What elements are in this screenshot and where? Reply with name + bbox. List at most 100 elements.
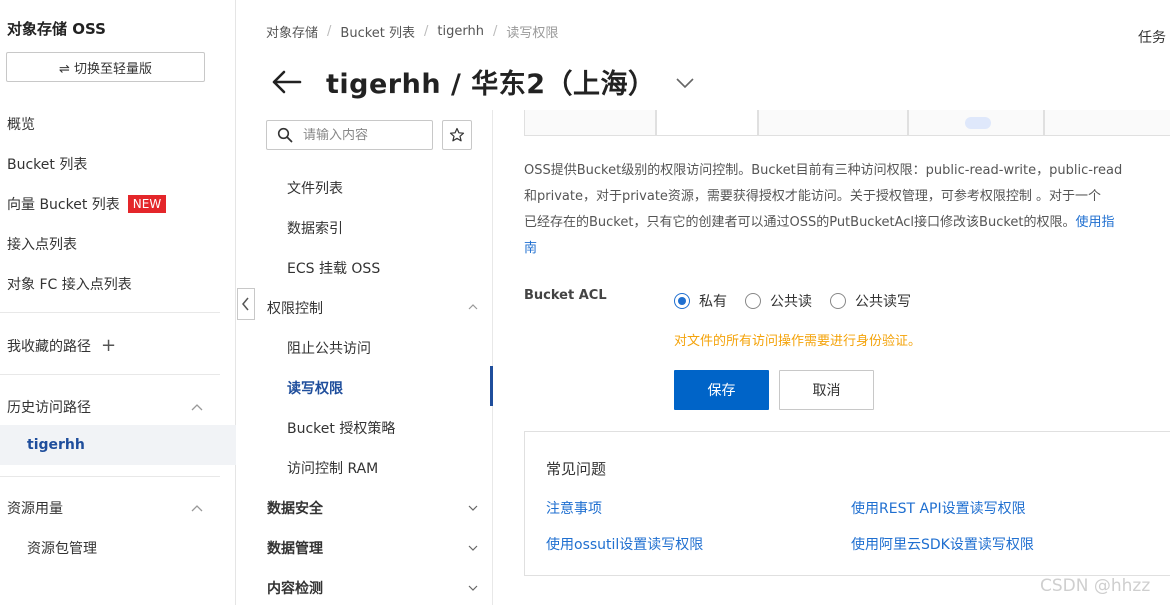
add-favorite-icon[interactable]: + bbox=[101, 337, 116, 355]
faq-link-rest-api[interactable]: 使用REST API设置读写权限 bbox=[851, 498, 1026, 518]
guide-link[interactable]: 使用指 bbox=[1076, 215, 1115, 230]
cancel-button[interactable]: 取消 bbox=[779, 370, 874, 410]
breadcrumb-separator: / bbox=[327, 24, 332, 39]
breadcrumb-item[interactable]: tigerhh bbox=[437, 24, 484, 39]
description-text: 和private，对于private资源，需要获得授权才能访问。关于授权管理，可… bbox=[524, 189, 1102, 204]
task-link[interactable]: 任务 bbox=[1138, 27, 1166, 47]
nav-item-data-index[interactable]: 数据索引 bbox=[287, 218, 343, 238]
faq-link-sdk[interactable]: 使用阿里云SDK设置读写权限 bbox=[851, 534, 1034, 554]
acl-hint: 对文件的所有访问操作需要进行身份验证。 bbox=[674, 334, 922, 349]
nav-item-ram[interactable]: 访问控制 RAM bbox=[287, 458, 378, 478]
tab-5[interactable] bbox=[1044, 110, 1170, 135]
chevron-up-icon[interactable] bbox=[190, 501, 204, 515]
active-nav-indicator bbox=[490, 366, 493, 406]
nav-item-bucket-policy[interactable]: Bucket 授权策略 bbox=[287, 418, 395, 438]
tab-3[interactable] bbox=[758, 110, 908, 135]
radio-unchecked-icon[interactable] bbox=[745, 293, 761, 309]
page-title-row: tigerhh / 华东2（上海） bbox=[270, 62, 696, 101]
collapse-nav-button[interactable] bbox=[237, 288, 255, 320]
chevron-down-icon[interactable] bbox=[467, 502, 479, 514]
description-text: 已经存在的Bucket，只有它的创建者可以通过OSS的PutBucketAcl接… bbox=[524, 215, 1076, 230]
main-content: OSS提供Bucket级别的权限访问控制。Bucket目前有三种访问权限：pub… bbox=[494, 110, 1170, 605]
sidebar-item-bucket-list[interactable]: Bucket 列表 bbox=[7, 154, 87, 174]
faq-title: 常见问题 bbox=[546, 460, 607, 478]
nav-group-content-detection[interactable]: 内容检测 bbox=[267, 578, 323, 598]
back-arrow-icon[interactable] bbox=[270, 67, 304, 97]
faq-link-ossutil[interactable]: 使用ossutil设置读写权限 bbox=[546, 534, 703, 554]
breadcrumb-item[interactable]: Bucket 列表 bbox=[340, 22, 415, 41]
chevron-down-icon[interactable] bbox=[467, 582, 479, 594]
watermark: CSDN @hhzz bbox=[1040, 576, 1151, 596]
sidebar-item-access-points[interactable]: 接入点列表 bbox=[7, 234, 77, 254]
tab-badge bbox=[965, 117, 991, 129]
sidebar-item-history[interactable]: 历史访问路径 bbox=[7, 397, 91, 417]
chevron-up-icon[interactable] bbox=[190, 400, 204, 414]
bucket-nav: 文件列表 数据索引 ECS 挂载 OSS 权限控制 阻止公共访问 读写权限 Bu… bbox=[237, 110, 493, 605]
nav-item-block-public-access[interactable]: 阻止公共访问 bbox=[287, 338, 371, 358]
nav-item-ecs-mount[interactable]: ECS 挂载 OSS bbox=[287, 258, 380, 278]
radio-private[interactable]: 私有 bbox=[674, 291, 727, 311]
star-icon bbox=[449, 127, 465, 142]
sidebar-item-label: 资源用量 bbox=[7, 501, 63, 517]
sidebar-item-label: 对象 FC 接入点列表 bbox=[7, 277, 132, 293]
sidebar-item-favorites[interactable]: 我收藏的路径 + bbox=[7, 336, 116, 356]
sidebar-item-label: 历史访问路径 bbox=[7, 400, 91, 416]
search-input[interactable] bbox=[303, 127, 413, 143]
sidebar-item-label: tigerhh bbox=[27, 437, 85, 453]
page-title: tigerhh / 华东2（上海） bbox=[326, 69, 656, 100]
sidebar-item-label: 概览 bbox=[7, 117, 35, 133]
breadcrumb-separator: / bbox=[492, 24, 498, 39]
tab-strip bbox=[524, 110, 1170, 136]
save-button[interactable]: 保存 bbox=[674, 370, 769, 410]
acl-description: OSS提供Bucket级别的权限访问控制。Bucket目前有三种访问权限：pub… bbox=[524, 158, 1170, 262]
radio-label: 公共读 bbox=[770, 294, 812, 310]
radio-public-read-write[interactable]: 公共读写 bbox=[830, 291, 911, 311]
nav-item-read-write-permission[interactable]: 读写权限 bbox=[287, 378, 343, 398]
radio-checked-icon[interactable] bbox=[674, 293, 690, 309]
acl-label: Bucket ACL bbox=[524, 288, 607, 303]
global-sidebar: 对象存储 OSS ⇌ 切换至轻量版 概览 Bucket 列表 向量 Bucket… bbox=[0, 0, 236, 605]
nav-group-data-management[interactable]: 数据管理 bbox=[267, 538, 323, 558]
chevron-left-icon bbox=[242, 297, 249, 311]
sidebar-item-fc-access-points[interactable]: 对象 FC 接入点列表 bbox=[7, 274, 132, 294]
chevron-down-icon[interactable] bbox=[467, 542, 479, 554]
tab-4[interactable] bbox=[908, 110, 1044, 135]
tab-2-active[interactable] bbox=[656, 110, 758, 135]
nav-item-file-list[interactable]: 文件列表 bbox=[287, 178, 343, 198]
sidebar-divider bbox=[0, 374, 220, 375]
breadcrumb-current: 读写权限 bbox=[506, 26, 559, 41]
switch-lite-button[interactable]: ⇌ 切换至轻量版 bbox=[6, 52, 205, 82]
acl-radio-group: 私有 公共读 公共读写 bbox=[674, 291, 929, 311]
chevron-up-icon[interactable] bbox=[467, 301, 479, 313]
radio-public-read[interactable]: 公共读 bbox=[745, 291, 812, 311]
sidebar-item-vector-bucket-list[interactable]: 向量 Bucket 列表 NEW bbox=[7, 194, 167, 214]
breadcrumb-item[interactable]: 对象存储 bbox=[266, 22, 318, 41]
faq-panel: 常见问题 注意事项 使用REST API设置读写权限 使用ossutil设置读写… bbox=[524, 431, 1170, 576]
new-badge: NEW bbox=[127, 195, 167, 213]
tab-1[interactable] bbox=[524, 110, 656, 135]
radio-unchecked-icon[interactable] bbox=[830, 293, 846, 309]
sidebar-item-label: 资源包管理 bbox=[27, 541, 97, 557]
guide-link-cont[interactable]: 南 bbox=[524, 241, 537, 256]
sidebar-item-overview[interactable]: 概览 bbox=[7, 114, 35, 134]
sidebar-item-usage[interactable]: 资源用量 bbox=[7, 498, 63, 518]
sidebar-item-history-tigerhh[interactable]: tigerhh bbox=[0, 425, 236, 465]
sidebar-divider bbox=[0, 476, 220, 477]
breadcrumb-separator: / bbox=[424, 24, 429, 39]
chevron-down-icon[interactable] bbox=[674, 71, 696, 93]
search-icon bbox=[277, 127, 293, 143]
favorite-star-button[interactable] bbox=[442, 120, 472, 150]
description-text: OSS提供Bucket级别的权限访问控制。Bucket目前有三种访问权限：pub… bbox=[524, 163, 1123, 178]
sidebar-title: 对象存储 OSS bbox=[7, 20, 106, 38]
sidebar-item-label: Bucket 列表 bbox=[7, 157, 88, 173]
breadcrumb: 对象存储 / Bucket 列表 / tigerhh / 读写权限 bbox=[266, 22, 558, 41]
nav-search[interactable] bbox=[266, 120, 433, 150]
sidebar-item-label: 接入点列表 bbox=[7, 237, 77, 253]
nav-group-permission[interactable]: 权限控制 bbox=[267, 298, 323, 318]
faq-link-notes[interactable]: 注意事项 bbox=[546, 498, 602, 518]
radio-label: 公共读写 bbox=[855, 294, 911, 310]
nav-group-data-security[interactable]: 数据安全 bbox=[267, 498, 323, 518]
sidebar-divider bbox=[0, 312, 220, 313]
sidebar-item-label: 我收藏的路径 bbox=[7, 339, 91, 355]
sidebar-item-package-management[interactable]: 资源包管理 bbox=[27, 538, 97, 558]
